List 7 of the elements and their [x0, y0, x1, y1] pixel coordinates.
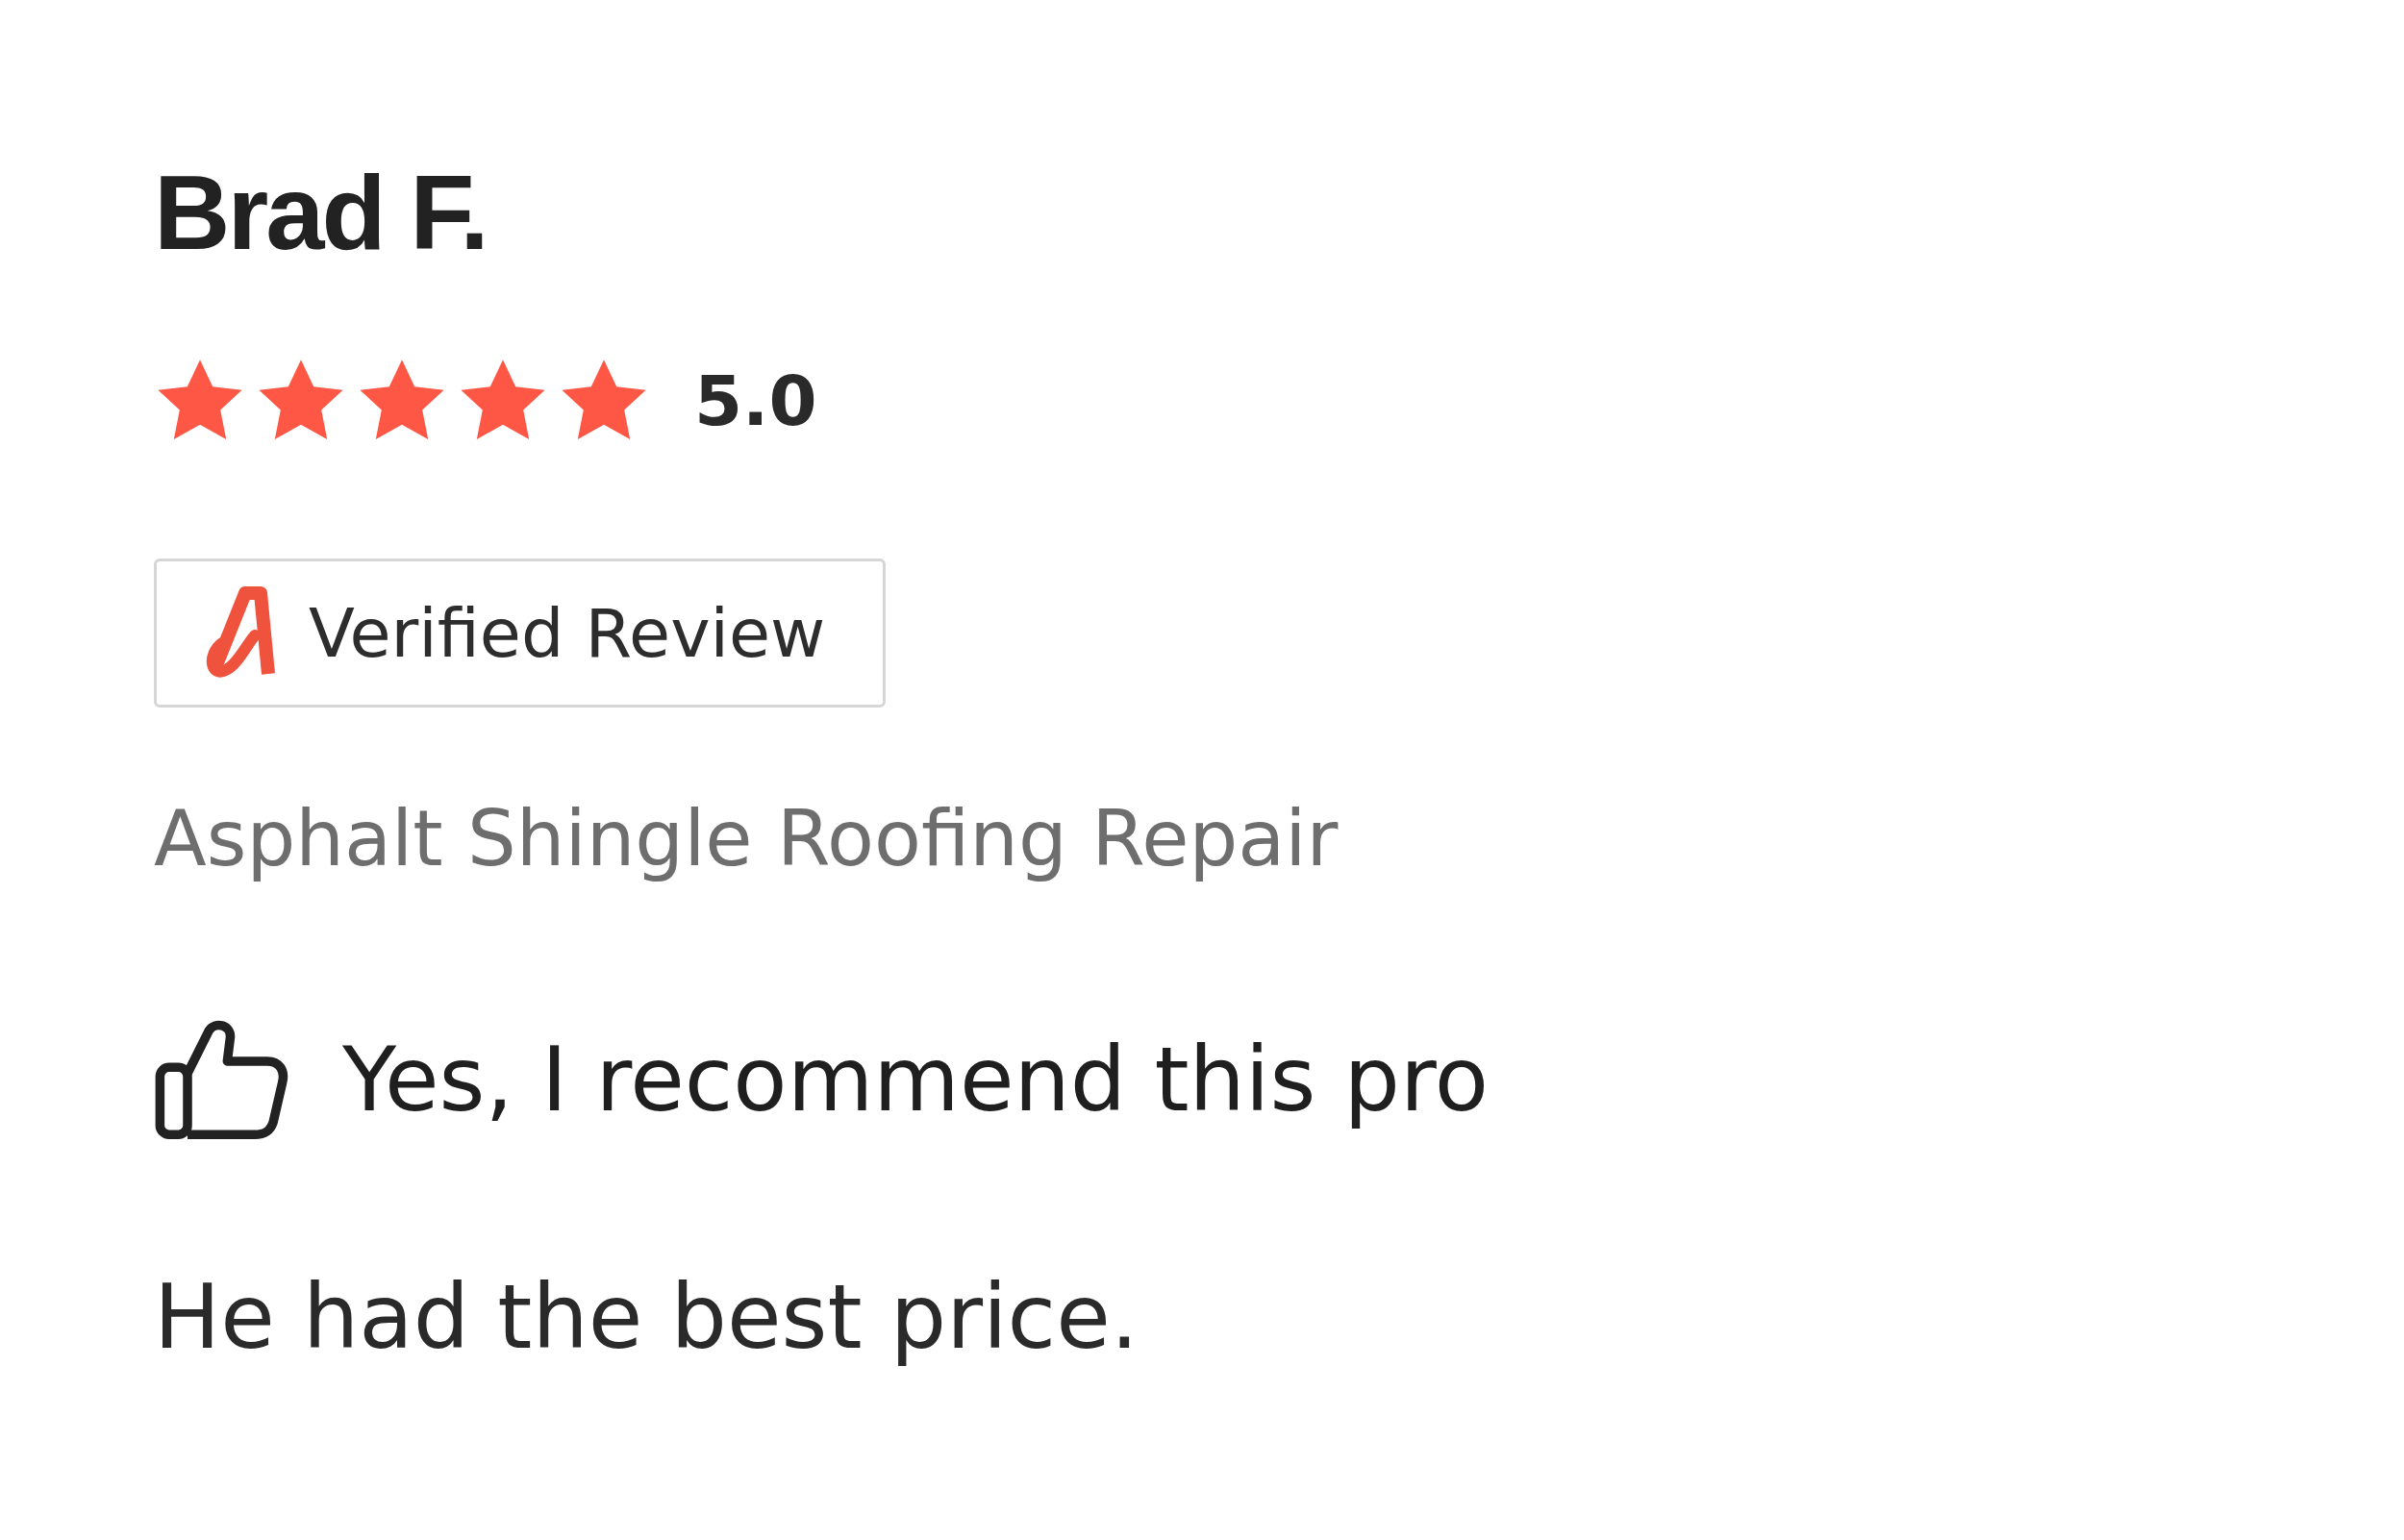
- badge-label: Verified Review: [309, 593, 826, 673]
- rating-value: 5.0: [694, 360, 817, 441]
- thumbs-up-icon: [154, 1018, 288, 1141]
- service-name: Asphalt Shingle Roofing Repair: [154, 794, 1339, 883]
- reviewer-name: Brad F.: [154, 154, 487, 270]
- review-text: He had the best price.: [154, 1266, 1139, 1369]
- recommendation-text: Yes, I recommend this pro: [342, 1028, 1490, 1131]
